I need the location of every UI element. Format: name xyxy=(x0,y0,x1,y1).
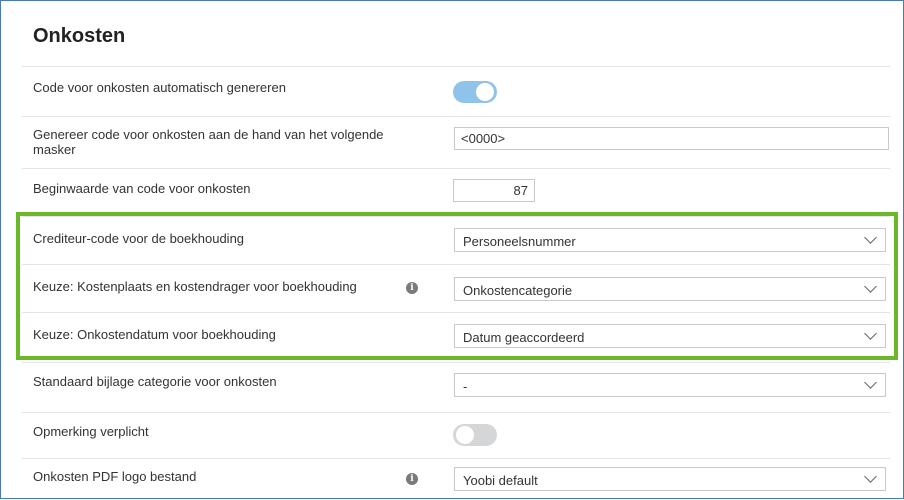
setting-row-start-value: Beginwaarde van code voor onkosten 87 xyxy=(22,168,890,215)
setting-label: Crediteur-code voor de boekhouding xyxy=(33,231,245,246)
toggle-knob xyxy=(476,83,494,101)
select-value: - xyxy=(463,379,468,394)
start-value-input[interactable]: 87 xyxy=(453,179,535,202)
remark-required-toggle[interactable] xyxy=(453,424,497,446)
expense-date-select[interactable]: Datum geaccordeerd xyxy=(454,324,886,348)
setting-label: Standaard bijlage categorie voor onkoste… xyxy=(33,374,277,389)
toggle-knob xyxy=(456,426,474,444)
setting-label: Genereer code voor onkosten aan de hand … xyxy=(33,127,384,157)
attachment-category-select[interactable]: - xyxy=(454,373,886,397)
setting-row-auto-generate: Code voor onkosten automatisch genereren xyxy=(22,66,890,117)
info-icon[interactable]: i xyxy=(406,473,418,485)
select-value: Datum geaccordeerd xyxy=(463,330,585,345)
chevron-down-icon xyxy=(864,280,877,293)
info-icon[interactable]: i xyxy=(406,282,418,294)
setting-label: Code voor onkosten automatisch genereren xyxy=(33,80,286,95)
creditor-code-select[interactable]: Personeelsnummer xyxy=(454,228,886,252)
chevron-down-icon xyxy=(864,470,877,483)
auto-generate-toggle[interactable] xyxy=(453,81,497,103)
pdf-logo-select[interactable]: Yoobi default xyxy=(454,467,886,491)
section-title: Onkosten xyxy=(33,25,126,47)
chevron-down-icon xyxy=(864,327,877,340)
select-value: Personeelsnummer xyxy=(463,234,576,249)
setting-label: Beginwaarde van code voor onkosten xyxy=(33,181,251,196)
setting-row-remark-required: Opmerking verplicht xyxy=(22,412,890,459)
cost-center-select[interactable]: Onkostencategorie xyxy=(454,277,886,301)
mask-input[interactable]: <0000> xyxy=(454,127,889,150)
select-value: Yoobi default xyxy=(463,473,538,488)
setting-label: Opmerking verplicht xyxy=(33,424,149,439)
setting-row-mask: Genereer code voor onkosten aan de hand … xyxy=(22,116,890,167)
setting-label: Onkosten PDF logo bestand xyxy=(33,469,197,484)
select-value: Onkostencategorie xyxy=(463,283,573,298)
chevron-down-icon xyxy=(864,231,877,244)
chevron-down-icon xyxy=(864,376,877,389)
setting-label: Keuze: Kostenplaats en kostendrager voor… xyxy=(33,279,357,294)
setting-label: Keuze: Onkostendatum voor boekhouding xyxy=(33,327,276,342)
